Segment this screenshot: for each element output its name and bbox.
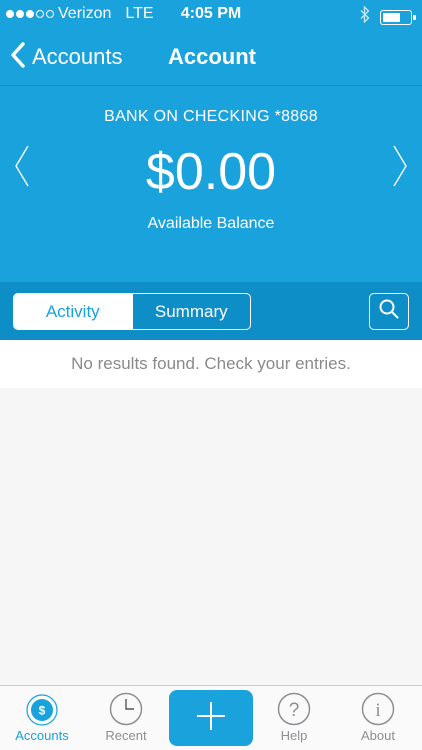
balance-label: Available Balance xyxy=(147,215,275,232)
nav-bar: Accounts Account xyxy=(0,30,422,86)
tab-label: Help xyxy=(280,728,308,743)
tab-about[interactable]: i About xyxy=(336,686,420,750)
plus-icon xyxy=(196,701,226,736)
add-button[interactable] xyxy=(169,690,253,746)
tab-help[interactable]: ? Help xyxy=(252,686,336,750)
tab-accounts[interactable]: $ Accounts xyxy=(0,686,84,750)
bluetooth-icon xyxy=(360,5,370,28)
info-icon: i xyxy=(361,692,395,726)
search-button[interactable] xyxy=(369,293,409,330)
dollar-icon: $ xyxy=(25,692,59,726)
status-time: 4:05 PM xyxy=(180,5,242,22)
page-title: Account xyxy=(168,44,256,69)
next-account-button[interactable] xyxy=(392,144,408,193)
svg-text:?: ? xyxy=(289,700,300,721)
clock-icon xyxy=(109,692,143,726)
account-name: BANK ON CHECKING *8868 xyxy=(104,108,318,125)
question-icon: ? xyxy=(277,692,311,726)
svg-text:i: i xyxy=(375,700,380,721)
back-button[interactable]: Accounts xyxy=(10,40,123,74)
empty-results-message: No results found. Check your entries. xyxy=(0,340,422,388)
battery-icon xyxy=(380,9,416,25)
balance-header: BANK ON CHECKING *8868 $0.00 Available B… xyxy=(0,86,422,282)
tab-bar: $ Accounts Recent ? Help i About xyxy=(0,685,422,750)
status-bar: Verizon LTE 4:05 PM xyxy=(0,0,422,30)
tab-label: About xyxy=(361,728,395,743)
chevron-left-icon xyxy=(10,41,26,74)
chevron-right-icon xyxy=(392,145,408,192)
segment-bar: Activity Summary xyxy=(0,282,422,340)
svg-text:$: $ xyxy=(39,704,46,718)
back-label: Accounts xyxy=(32,44,123,69)
tab-activity[interactable]: Activity xyxy=(14,294,132,329)
tab-summary[interactable]: Summary xyxy=(131,294,251,329)
tab-label: Accounts xyxy=(15,728,69,743)
search-icon xyxy=(378,298,400,325)
activity-summary-toggle: Activity Summary xyxy=(13,293,251,330)
balance-amount: $0.00 xyxy=(145,143,277,201)
tab-recent[interactable]: Recent xyxy=(84,686,168,750)
status-right xyxy=(360,5,416,28)
tab-label: Recent xyxy=(105,728,147,743)
